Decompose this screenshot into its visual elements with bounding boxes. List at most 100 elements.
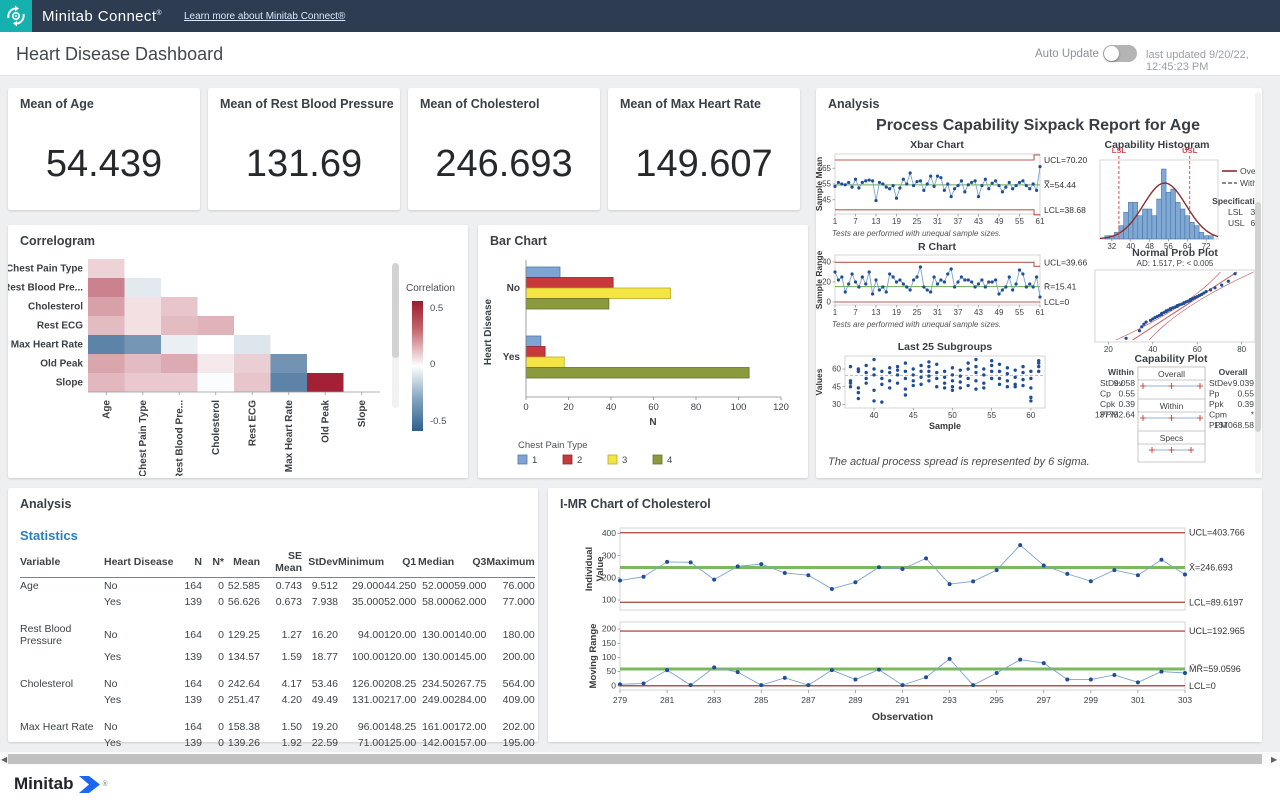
data-point — [967, 278, 970, 281]
heatmap-cell[interactable] — [271, 373, 308, 392]
overall-stat-value: 9.039 — [1233, 378, 1255, 388]
auto-update-toggle[interactable] — [1103, 45, 1137, 62]
x-axis-label: Sample — [929, 421, 961, 431]
heatmap-cell[interactable] — [234, 354, 271, 373]
bar-segment[interactable] — [526, 357, 564, 368]
kpi-value: 131.69 — [208, 143, 400, 186]
data-point — [1136, 573, 1140, 577]
data-point — [905, 285, 908, 288]
overall-stat-value: 137068.58 — [1214, 420, 1254, 430]
analysis-sixpack-card: Analysis Process Capability Sixpack Repo… — [816, 88, 1262, 478]
data-point — [665, 668, 669, 672]
correlogram-card: Correlogram Chest Pain TypeRest Blood Pr… — [8, 225, 468, 478]
stats-table-row: Yes1390139.261.9222.5971.00125.00142.001… — [20, 735, 535, 751]
subgroup-point — [857, 391, 860, 394]
subgroup-point — [849, 381, 852, 384]
sixpack-vertical-scrollbar[interactable] — [1255, 92, 1261, 474]
minitab-connect-logo-icon[interactable] — [0, 0, 32, 32]
heatmap-cell[interactable] — [88, 259, 125, 278]
learn-more-link[interactable]: Learn more about Minitab Connect® — [184, 11, 345, 22]
data-point — [881, 285, 884, 288]
stats-cell: Age — [20, 578, 104, 595]
heatmap-cell[interactable] — [198, 354, 235, 373]
data-point — [902, 178, 905, 181]
heatmap-cell[interactable] — [88, 373, 125, 392]
subgroup-point — [904, 377, 907, 380]
heatmap-cell[interactable] — [198, 316, 235, 335]
heatmap-cell[interactable] — [234, 335, 271, 354]
overall-stat-label: Ppk — [1209, 399, 1224, 409]
subgroup-point — [1037, 365, 1040, 368]
heatmap-cell[interactable] — [161, 297, 198, 316]
scroll-right-arrow[interactable]: ▶ — [1271, 755, 1277, 764]
correlogram-scrollbar[interactable] — [392, 263, 399, 408]
card-title: Analysis — [828, 97, 879, 111]
data-point — [1035, 275, 1038, 278]
stats-cell: Rest Blood Pressure — [20, 621, 104, 649]
heatmap-cell[interactable] — [88, 335, 125, 354]
probplot-point — [1213, 286, 1216, 289]
heatmap-cell[interactable] — [161, 335, 198, 354]
subgroup-point — [966, 384, 969, 387]
horizontal-scrollbar[interactable]: ◀ ▶ — [0, 752, 1280, 766]
heatmap-cell[interactable] — [161, 373, 198, 392]
stats-cell: 96.00 — [338, 719, 384, 735]
heatmap-cell[interactable] — [125, 335, 162, 354]
stats-cell: 62.000 — [454, 594, 486, 610]
overall-stat-label: StDev — [1209, 378, 1233, 388]
heatmap-cell[interactable] — [234, 373, 271, 392]
bar-segment[interactable] — [526, 347, 545, 358]
grouped-bar-chart: NoYes020406080100120NHeart DiseaseChest … — [478, 252, 808, 477]
data-point — [1112, 673, 1116, 677]
heatmap-cell[interactable] — [88, 316, 125, 335]
data-point — [926, 288, 929, 291]
subgroup-point — [998, 383, 1001, 386]
stats-cell: Cholesterol — [20, 676, 104, 692]
heatmap-cell[interactable] — [125, 316, 162, 335]
subgroup-point — [951, 389, 954, 392]
heatmap-cell[interactable] — [198, 335, 235, 354]
subgroup-point — [904, 361, 907, 364]
heatmap-cell[interactable] — [88, 297, 125, 316]
stats-table-row: CholesterolNo1640242.644.1753.46126.0020… — [20, 676, 535, 692]
data-point — [995, 568, 999, 572]
heatmap-cell[interactable] — [307, 373, 344, 392]
heatmap-cell[interactable] — [125, 354, 162, 373]
heatmap-cell[interactable] — [88, 354, 125, 373]
stats-cell: 58.000 — [416, 594, 454, 610]
capability-box-label: Overall — [1158, 369, 1185, 379]
data-point — [888, 272, 891, 275]
heatmap-cell[interactable] — [125, 373, 162, 392]
data-point — [1032, 182, 1035, 185]
stats-cell: 157.00 — [454, 735, 486, 751]
heatmap-cell[interactable] — [88, 278, 125, 297]
scroll-left-arrow[interactable]: ◀ — [1, 755, 7, 764]
probplot-point — [1220, 284, 1223, 287]
stats-cell: No — [104, 676, 176, 692]
heatmap-cell[interactable] — [271, 354, 308, 373]
stats-cell: 94.00 — [338, 621, 384, 649]
bar-segment[interactable] — [526, 336, 541, 347]
heatmap-cell[interactable] — [125, 297, 162, 316]
bar-segment[interactable] — [526, 278, 613, 289]
bar-segment[interactable] — [526, 299, 609, 310]
heatmap-cell[interactable] — [161, 354, 198, 373]
data-point — [874, 199, 877, 202]
scrollbar-thumb[interactable] — [8, 754, 1262, 764]
data-point — [1035, 189, 1038, 192]
stats-cell: 267.75 — [454, 676, 486, 692]
bar-segment[interactable] — [526, 368, 749, 379]
bar-segment[interactable] — [526, 288, 671, 299]
stats-cell: 164 — [176, 578, 202, 595]
subgroup-point — [857, 370, 860, 373]
heatmap-cell[interactable] — [161, 316, 198, 335]
statistics-heading[interactable]: Statistics — [20, 528, 78, 543]
bar-segment[interactable] — [526, 267, 560, 278]
data-point — [915, 275, 918, 278]
data-point — [977, 282, 980, 285]
heatmap-cell[interactable] — [125, 278, 162, 297]
stats-cell: 100.00 — [338, 649, 384, 665]
data-point — [833, 270, 836, 273]
heatmap-cell[interactable] — [198, 373, 235, 392]
x-tick-label: 289 — [848, 695, 862, 705]
